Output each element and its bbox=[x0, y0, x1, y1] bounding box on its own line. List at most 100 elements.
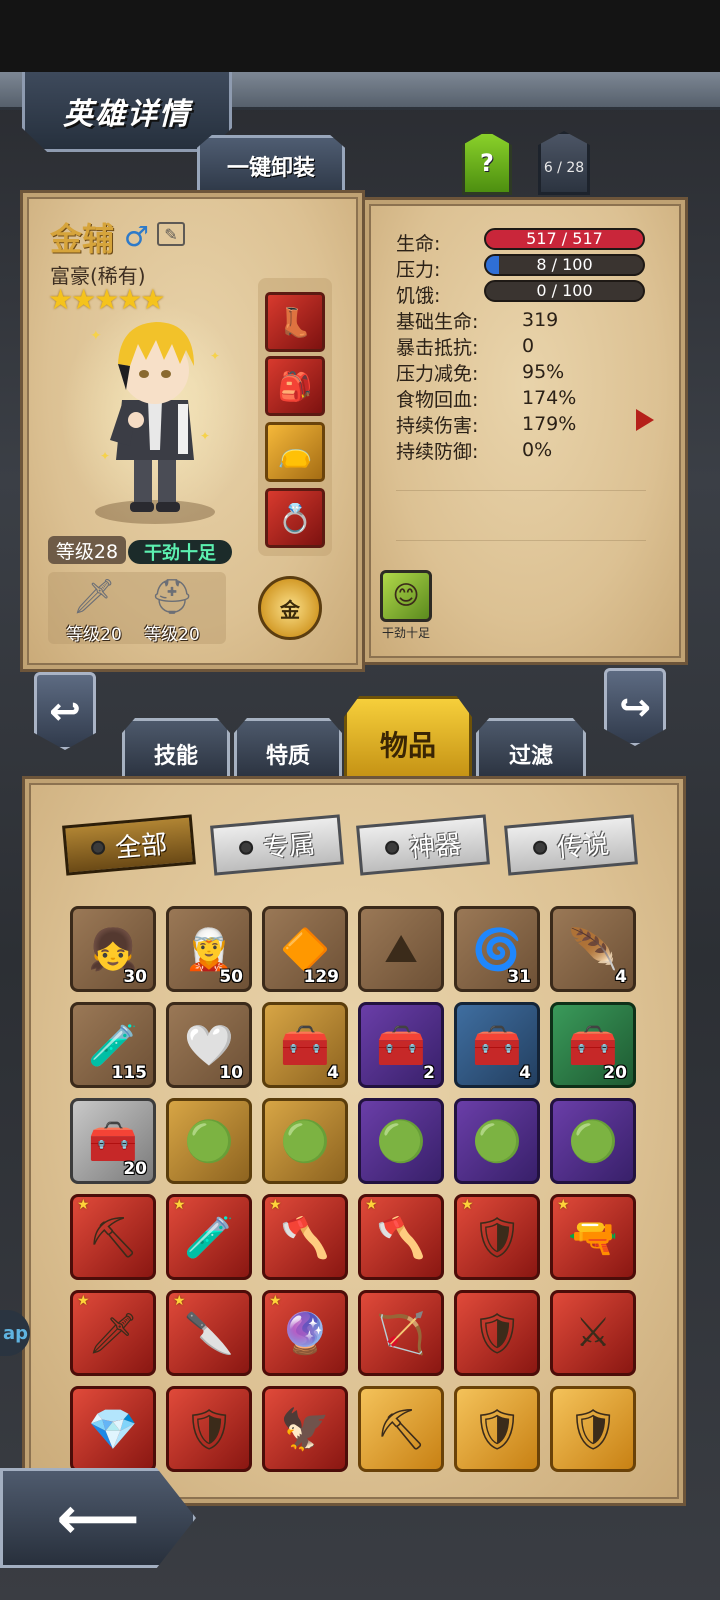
star-icon: ★ bbox=[77, 1197, 90, 1213]
item-count: 129 bbox=[303, 967, 340, 987]
item-icon: 🪓 bbox=[280, 1214, 330, 1261]
next-stats-arrow-icon[interactable] bbox=[636, 409, 654, 431]
inventory-item[interactable]: 🧰 4 bbox=[454, 1002, 540, 1088]
inventory-item[interactable]: 🛡 bbox=[166, 1386, 252, 1472]
inventory-item[interactable]: 🔪 ★ bbox=[166, 1290, 252, 1376]
item-count: 50 bbox=[219, 967, 243, 987]
previous-hero-button[interactable]: ↩ bbox=[34, 672, 96, 750]
inventory-item[interactable]: 🛡 bbox=[454, 1386, 540, 1472]
inventory-item[interactable]: 🧝 50 bbox=[166, 906, 252, 992]
item-icon: 🧪 bbox=[88, 1022, 138, 1069]
inventory-item[interactable]: 🟢 bbox=[454, 1098, 540, 1184]
inventory-item[interactable]: 🧰 4 bbox=[262, 1002, 348, 1088]
item-icon: 💎 bbox=[88, 1406, 138, 1453]
star-icon: ★ bbox=[77, 1293, 90, 1309]
equip-slot-boots[interactable]: 👢 bbox=[265, 292, 325, 352]
inventory-item[interactable]: 🔶 129 bbox=[262, 906, 348, 992]
hp-bar: 517 / 517 bbox=[484, 228, 645, 250]
inventory-item[interactable]: 🪶 4 bbox=[550, 906, 636, 992]
item-icon: 🤍 bbox=[184, 1022, 234, 1069]
inventory-item[interactable]: 🤍 10 bbox=[166, 1002, 252, 1088]
inventory-item[interactable]: 🌀 31 bbox=[454, 906, 540, 992]
inventory-item[interactable]: 🔫 ★ bbox=[550, 1194, 636, 1280]
svg-text:✦: ✦ bbox=[200, 429, 210, 443]
unequip-all-button[interactable]: 一键卸装 bbox=[197, 135, 345, 193]
inventory-item[interactable]: ⛰ bbox=[358, 906, 444, 992]
star-icon: ★ bbox=[173, 1293, 186, 1309]
inventory-item[interactable]: 🛡 ★ bbox=[454, 1194, 540, 1280]
item-icon: 🧰 bbox=[568, 1022, 618, 1069]
hero-name: 金辅 bbox=[50, 220, 115, 258]
stat-label: 持续防御: bbox=[396, 440, 479, 463]
armor-slot[interactable]: ⛑ 等级20 bbox=[132, 574, 212, 645]
gold-coin-icon[interactable]: 金 bbox=[258, 576, 322, 640]
equip-slot-trinket[interactable]: 🎒 bbox=[265, 356, 325, 416]
inventory-item[interactable]: ⛏ bbox=[358, 1386, 444, 1472]
inventory-item[interactable]: 🪓 ★ bbox=[358, 1194, 444, 1280]
tab-items[interactable]: 物品 bbox=[344, 696, 472, 780]
hero-mood-badge[interactable]: 干劲十足 bbox=[128, 540, 232, 564]
hero-level-badge: 等级28 bbox=[48, 536, 126, 564]
stat-value: 0 bbox=[522, 335, 535, 357]
stat-row: 食物回血: 174% bbox=[396, 385, 656, 411]
equip-slot-pouch[interactable]: 👝 bbox=[265, 422, 325, 482]
star-icon: ★ bbox=[461, 1197, 474, 1213]
inventory-item[interactable]: ⚔ bbox=[550, 1290, 636, 1376]
inventory-item[interactable]: 🗡 ★ bbox=[70, 1290, 156, 1376]
item-icon: 🛡 bbox=[183, 1406, 235, 1453]
tab-skills[interactable]: 技能 bbox=[122, 718, 230, 778]
inventory-item[interactable]: 🟢 bbox=[166, 1098, 252, 1184]
help-button[interactable]: ? bbox=[462, 131, 512, 195]
item-icon: 🟢 bbox=[568, 1118, 618, 1165]
item-icon: 🟢 bbox=[376, 1118, 426, 1165]
svg-text:✦: ✦ bbox=[210, 349, 220, 363]
stat-row: 压力减免: 95% bbox=[396, 359, 656, 385]
stress-bar: 8 / 100 bbox=[484, 254, 645, 276]
svg-text:✦: ✦ bbox=[90, 328, 102, 344]
item-icon: 🛡 bbox=[471, 1406, 523, 1453]
back-button[interactable]: ⟵ bbox=[0, 1468, 196, 1568]
trait-icon[interactable]: 😊 bbox=[380, 570, 432, 622]
inventory-item[interactable]: 💎 bbox=[70, 1386, 156, 1472]
stat-value: 179% bbox=[522, 413, 577, 435]
item-count: 2 bbox=[423, 1063, 435, 1083]
inventory-item[interactable]: 🏹 bbox=[358, 1290, 444, 1376]
equip-slot-ring[interactable]: 💍 bbox=[265, 488, 325, 548]
item-icon: 🔪 bbox=[184, 1310, 234, 1357]
hero-index-tab[interactable]: 6 / 28 bbox=[538, 131, 590, 195]
inventory-item[interactable]: 🦅 bbox=[262, 1386, 348, 1472]
item-icon: 🗡 bbox=[87, 1310, 139, 1357]
stat-row: 持续伤害: 179% bbox=[396, 411, 656, 437]
item-icon: 🦅 bbox=[280, 1406, 330, 1453]
inventory-item[interactable]: 🧰 2 bbox=[358, 1002, 444, 1088]
weapon-level: 等级20 bbox=[66, 625, 122, 645]
inventory-item[interactable]: 🟢 bbox=[550, 1098, 636, 1184]
tab-filter[interactable]: 过滤 bbox=[476, 718, 586, 778]
inventory-item[interactable]: 🛡 bbox=[550, 1386, 636, 1472]
inventory-item[interactable]: 🔮 ★ bbox=[262, 1290, 348, 1376]
helmet-icon: ⛑ bbox=[150, 577, 194, 617]
inventory-item[interactable]: 🪓 ★ bbox=[262, 1194, 348, 1280]
inventory-item[interactable]: 🧰 20 bbox=[70, 1098, 156, 1184]
item-icon: 🧰 bbox=[88, 1118, 138, 1165]
inventory-item[interactable]: 🟢 bbox=[358, 1098, 444, 1184]
stat-value: 174% bbox=[522, 387, 577, 409]
radio-dot-icon bbox=[384, 840, 400, 856]
inventory-item[interactable]: 🟢 bbox=[262, 1098, 348, 1184]
inventory-item[interactable]: ⛏ ★ bbox=[70, 1194, 156, 1280]
inventory-item[interactable]: 👧 30 bbox=[70, 906, 156, 992]
inventory-item[interactable]: 🧪 115 bbox=[70, 1002, 156, 1088]
stat-value: 319 bbox=[522, 309, 559, 331]
tab-traits[interactable]: 特质 bbox=[234, 718, 342, 778]
stat-label: 暴击抵抗: bbox=[396, 336, 479, 359]
item-count: 20 bbox=[603, 1063, 627, 1083]
weapon-slot[interactable]: 🗡 等级20 bbox=[54, 574, 134, 645]
stat-value: 0% bbox=[522, 439, 553, 461]
inventory-item[interactable]: 🛡 bbox=[454, 1290, 540, 1376]
edit-name-icon[interactable]: ✎ bbox=[157, 222, 185, 246]
inventory-item[interactable]: 🧪 ★ bbox=[166, 1194, 252, 1280]
inventory-item[interactable]: 🧰 20 bbox=[550, 1002, 636, 1088]
hero-portrait[interactable]: ✦ ✦ ✦ ✦ bbox=[60, 300, 250, 530]
item-icon: 🔮 bbox=[280, 1310, 330, 1357]
next-hero-button[interactable]: ↪ bbox=[604, 668, 666, 746]
